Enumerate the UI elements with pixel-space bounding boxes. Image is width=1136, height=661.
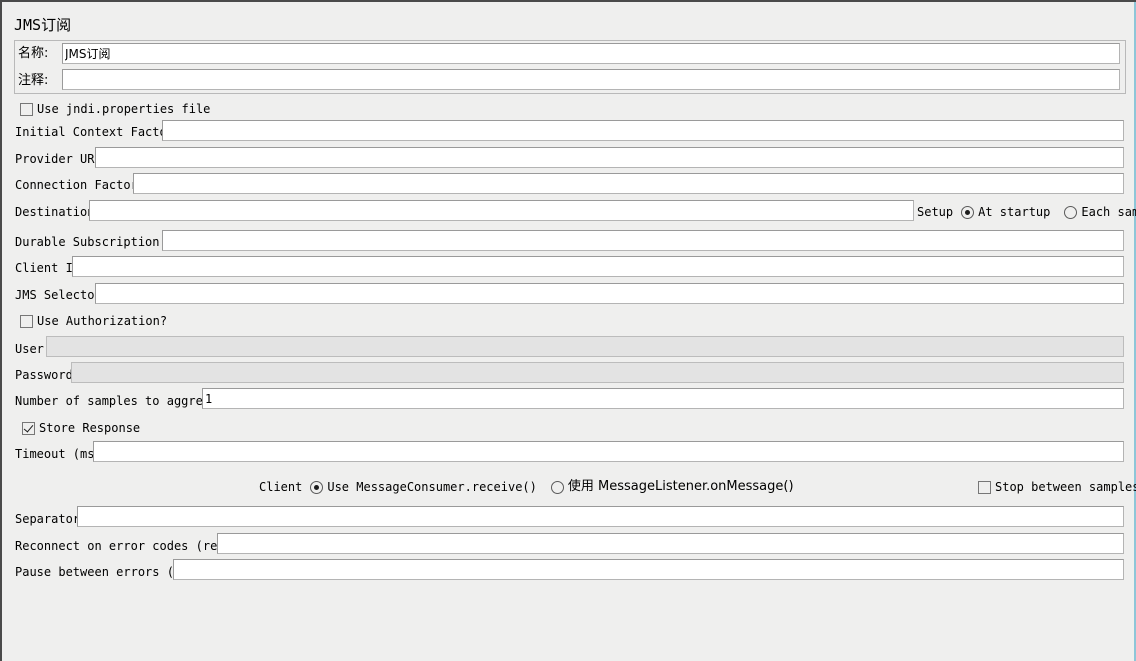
num-samples-row: Number of samples to aggregate: [15, 390, 232, 412]
connection-factory-row: Connection Factory: [15, 174, 145, 196]
timeout-label: Timeout (ms): [15, 447, 102, 461]
page-title: JMS订阅: [14, 16, 72, 34]
checkbox-icon[interactable]: [20, 102, 33, 116]
client-id-label: Client ID: [15, 261, 81, 275]
radio-icon[interactable]: [961, 205, 975, 219]
pause-between-errors-input[interactable]: [173, 559, 1124, 580]
checkbox-icon[interactable]: [978, 480, 991, 494]
setup-option-each-sample-label: Each sample: [1081, 205, 1136, 219]
num-samples-input[interactable]: [202, 388, 1124, 409]
stop-between-samples-label: Stop between samples?: [995, 480, 1136, 494]
use-authorization-checkbox-row[interactable]: Use Authorization?: [20, 310, 167, 332]
client-option-messagelistener-onmessage[interactable]: 使用 MessageListener.onMessage(): [550, 479, 794, 494]
durable-subscription-id-label: Durable Subscription ID: [15, 235, 182, 249]
provider-url-input[interactable]: [95, 147, 1124, 168]
password-row: Password: [15, 364, 73, 386]
setup-radio-group: Setup At startup Each sample: [917, 201, 1136, 223]
jms-selector-row: JMS Selector: [15, 284, 102, 306]
reconnect-on-error-codes-input[interactable]: [217, 533, 1124, 554]
use-authorization-label: Use Authorization?: [37, 314, 168, 328]
connection-factory-label: Connection Factory: [15, 178, 146, 192]
password-input: [71, 362, 1124, 383]
store-response-checkbox-row[interactable]: Store Response: [22, 417, 140, 439]
pause-between-errors-row: Pause between errors (ms): [15, 561, 196, 583]
jms-selector-input[interactable]: [95, 283, 1124, 304]
client-option-messagelistener-onmessage-label: 使用 MessageListener.onMessage(): [567, 479, 794, 494]
name-row: 名称:: [18, 43, 48, 65]
timeout-row: Timeout (ms): [15, 443, 102, 465]
user-label: User: [15, 342, 44, 356]
initial-context-factory-row: Initial Context Factory: [15, 121, 181, 143]
store-response-label: Store Response: [39, 421, 141, 435]
radio-icon[interactable]: [1064, 205, 1078, 219]
setup-label: Setup: [917, 205, 954, 219]
initial-context-factory-label: Initial Context Factory: [15, 125, 182, 139]
user-row: User: [15, 338, 44, 360]
setup-option-at-startup[interactable]: At startup: [961, 205, 1050, 219]
reconnect-on-error-codes-label: Reconnect on error codes (regex): [15, 539, 247, 553]
client-radio-group: Client Use MessageConsumer.receive() 使用 …: [259, 476, 794, 498]
client-option-messageconsumer-receive-label: Use MessageConsumer.receive(): [327, 480, 537, 494]
user-input: [46, 336, 1124, 357]
radio-icon[interactable]: [550, 480, 564, 494]
jms-selector-label: JMS Selector: [15, 288, 102, 302]
comment-row: 注释:: [18, 70, 48, 92]
durable-subscription-id-input[interactable]: [162, 230, 1124, 251]
name-label: 名称:: [18, 46, 49, 61]
jms-subscriber-panel: JMS订阅 名称: 注释: Use jndi.properties file I…: [0, 0, 1136, 661]
separator-input[interactable]: [77, 506, 1124, 527]
checkbox-icon[interactable]: [22, 421, 35, 435]
password-label: Password: [15, 368, 73, 382]
client-id-row: Client ID: [15, 257, 80, 279]
client-label: Client: [259, 480, 303, 494]
stop-between-samples-checkbox-row[interactable]: Stop between samples?: [978, 476, 1136, 498]
checkbox-icon[interactable]: [20, 314, 33, 328]
comment-input[interactable]: [62, 69, 1120, 90]
provider-url-row: Provider URL: [15, 148, 102, 170]
comment-label: 注释:: [18, 73, 49, 88]
setup-option-each-sample[interactable]: Each sample: [1064, 205, 1136, 219]
use-jndi-properties-label: Use jndi.properties file: [37, 102, 211, 116]
client-option-messageconsumer-receive[interactable]: Use MessageConsumer.receive(): [310, 480, 537, 494]
connection-factory-input[interactable]: [133, 173, 1124, 194]
radio-icon[interactable]: [310, 480, 324, 494]
name-input[interactable]: [62, 43, 1120, 64]
use-jndi-properties-checkbox-row[interactable]: Use jndi.properties file: [20, 98, 210, 120]
client-id-input[interactable]: [72, 256, 1124, 277]
provider-url-label: Provider URL: [15, 152, 102, 166]
destination-input[interactable]: [89, 200, 914, 221]
setup-option-at-startup-label: At startup: [978, 205, 1051, 219]
separator-row: Separator: [15, 508, 80, 530]
num-samples-label: Number of samples to aggregate: [15, 394, 232, 408]
initial-context-factory-input[interactable]: [162, 120, 1124, 141]
destination-row: Destination: [15, 201, 94, 223]
separator-label: Separator: [15, 512, 81, 526]
reconnect-on-error-codes-row: Reconnect on error codes (regex): [15, 535, 246, 557]
destination-label: Destination: [15, 205, 95, 219]
timeout-input[interactable]: [93, 441, 1124, 462]
pause-between-errors-label: Pause between errors (ms): [15, 565, 196, 579]
durable-subscription-id-row: Durable Subscription ID: [15, 231, 181, 253]
